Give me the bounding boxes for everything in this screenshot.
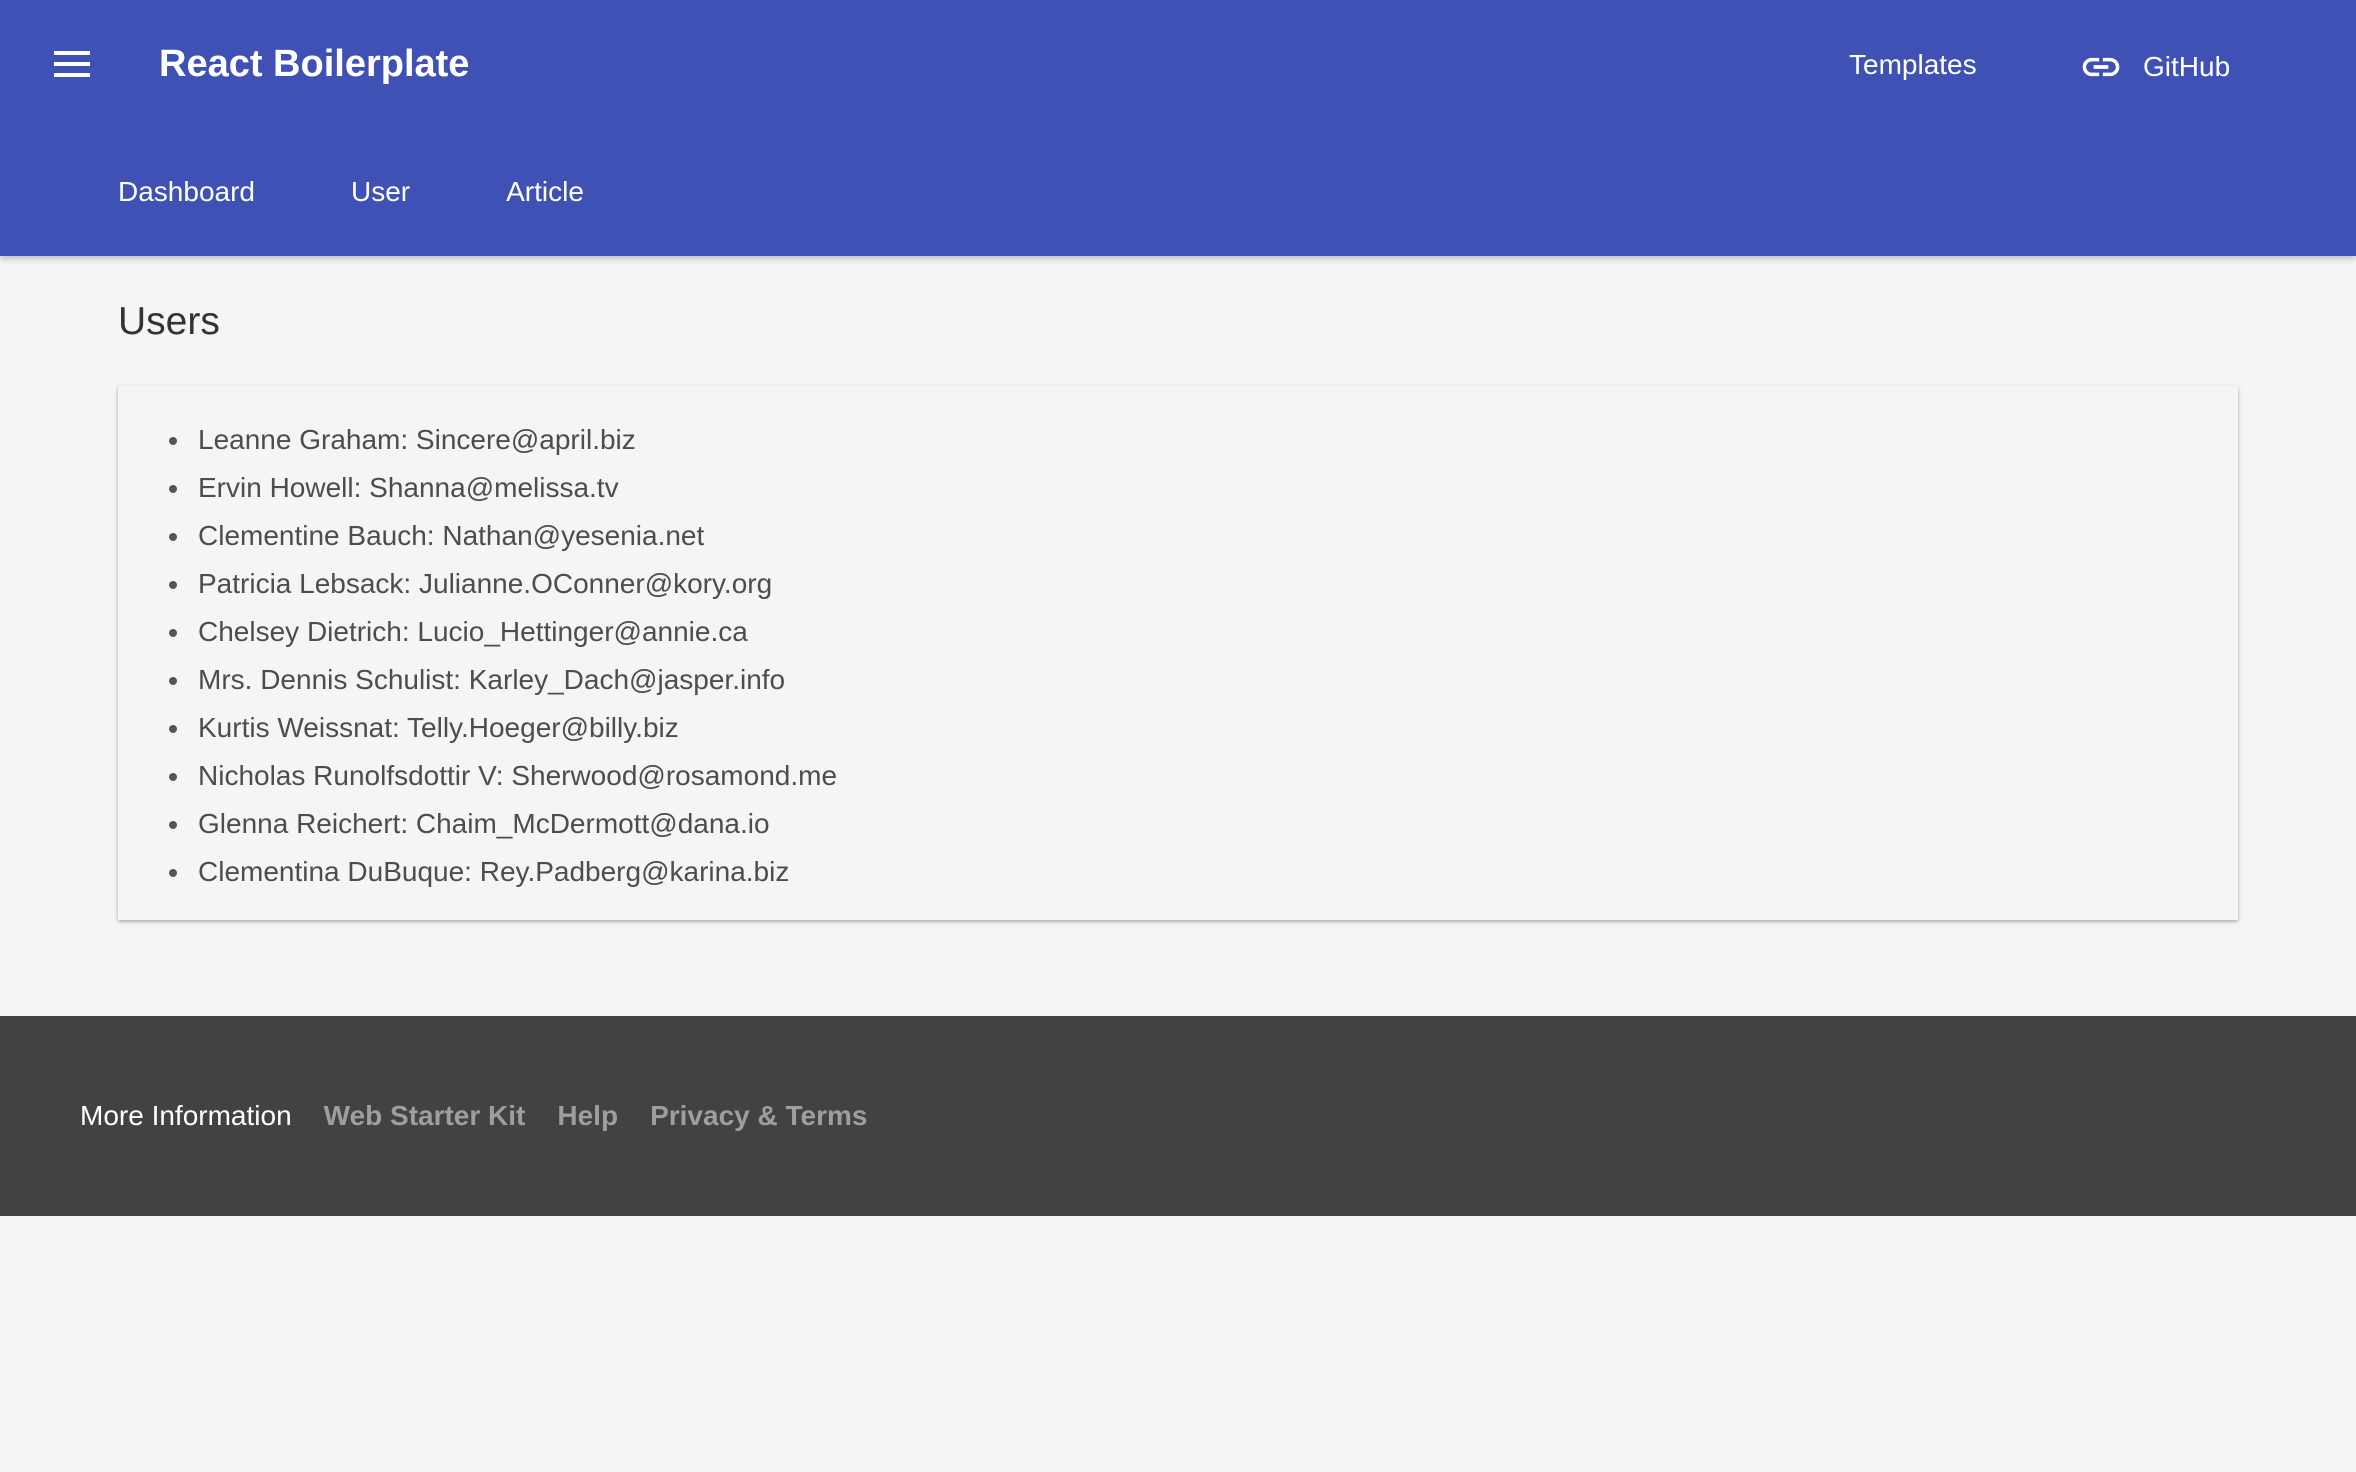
- app-title: React Boilerplate: [159, 43, 470, 85]
- templates-link[interactable]: Templates: [1849, 45, 1977, 85]
- list-item: Ervin Howell: Shanna@melissa.tv: [168, 464, 837, 512]
- user-list: Leanne Graham: Sincere@april.biz Ervin H…: [168, 416, 837, 896]
- tab-article[interactable]: Article: [506, 170, 584, 214]
- menu-bar: [54, 62, 90, 66]
- menu-bar: [54, 73, 90, 77]
- list-item: Leanne Graham: Sincere@april.biz: [168, 416, 837, 464]
- list-item: Clementina DuBuque: Rey.Padberg@karina.b…: [168, 848, 837, 896]
- app-header: React Boilerplate Templates GitHub Dashb…: [0, 0, 2356, 256]
- users-card: Leanne Graham: Sincere@april.biz Ervin H…: [118, 386, 2238, 920]
- tab-dashboard[interactable]: Dashboard: [118, 170, 255, 214]
- tab-user[interactable]: User: [351, 170, 410, 214]
- github-label: GitHub: [2143, 51, 2231, 82]
- list-item: Clementine Bauch: Nathan@yesenia.net: [168, 512, 837, 560]
- footer-link-help[interactable]: Help: [557, 1080, 618, 1152]
- list-item: Kurtis Weissnat: Telly.Hoeger@billy.biz: [168, 704, 837, 752]
- tab-bar: Dashboard User Article: [118, 170, 584, 214]
- list-item: Glenna Reichert: Chaim_McDermott@dana.io: [168, 800, 837, 848]
- github-link[interactable]: GitHub: [2079, 45, 2230, 89]
- footer-link-privacy-terms[interactable]: Privacy & Terms: [650, 1080, 867, 1152]
- footer-links: More Information Web Starter Kit Help Pr…: [80, 1080, 867, 1152]
- list-item: Nicholas Runolfsdottir V: Sherwood@rosam…: [168, 752, 837, 800]
- hamburger-menu-icon[interactable]: [48, 44, 96, 84]
- list-item: Patricia Lebsack: Julianne.OConner@kory.…: [168, 560, 837, 608]
- page-footer: More Information Web Starter Kit Help Pr…: [0, 1016, 2356, 1216]
- footer-link-web-starter-kit[interactable]: Web Starter Kit: [324, 1080, 526, 1152]
- list-item: Chelsey Dietrich: Lucio_Hettinger@annie.…: [168, 608, 837, 656]
- page-title: Users: [118, 300, 220, 343]
- link-icon: [2082, 57, 2120, 77]
- list-item: Mrs. Dennis Schulist: Karley_Dach@jasper…: [168, 656, 837, 704]
- menu-bar: [54, 51, 90, 55]
- footer-heading: More Information: [80, 1100, 292, 1131]
